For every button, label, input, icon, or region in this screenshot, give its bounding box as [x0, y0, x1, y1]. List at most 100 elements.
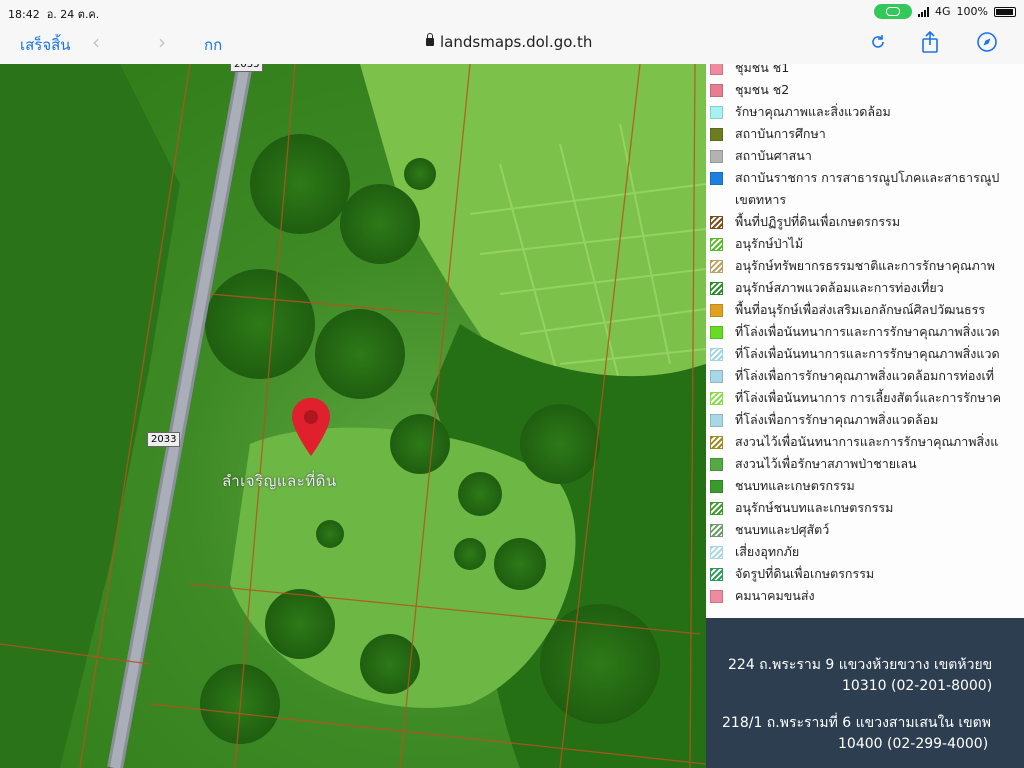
network-label: 4G [935, 5, 951, 18]
forest-left [0, 64, 180, 768]
legend-label: สถาบันการศึกษา [735, 126, 826, 141]
legend-swatch [710, 281, 723, 295]
legend-label: ชนบทและเกษตรกรรม [735, 478, 855, 493]
legend-item: เขตทหาร [706, 190, 786, 210]
battery-percent: 100% [956, 5, 988, 18]
legend-item: จัดรูปที่ดินเพื่อเกษตรกรรม [706, 564, 874, 584]
legend-swatch [710, 501, 723, 515]
legend-item: ที่โล่งเพื่อนันทนาการ การเลี้ยงสัตว์และก… [706, 388, 1001, 408]
legend-item: พื้นที่ปฏิรูปที่ดินเพื่อเกษตรกรรม [706, 212, 900, 232]
legend-swatch [710, 457, 723, 471]
map-canvas [0, 64, 706, 768]
address1-line2: 10310 (02-201-8000) [842, 678, 993, 694]
legend-item: คมนาคมขนส่ง [706, 586, 815, 606]
legend-swatch [710, 347, 723, 361]
legend-label: สงวนไว้เพื่อนันทนาการและการรักษาคุณภาพสิ… [735, 434, 999, 449]
legend-panel[interactable]: ชุมชน ช1 ชุมชน ช2 รักษาคุณภาพและสิ่งแวดล้อ… [706, 64, 1024, 618]
legend-label: ชนบทและปศุสัตว์ [735, 522, 830, 537]
legend-label: ที่โล่งเพื่อนันทนาการและการรักษาคุณภาพสิ… [735, 324, 1000, 339]
lock-icon [426, 33, 434, 46]
legend-label: คมนาคมขนส่ง [735, 588, 815, 603]
legend-item: อนุรักษ์ทรัพยากรธรรมชาติและการรักษาคุณภา… [706, 256, 995, 276]
legend-item: อนุรักษ์ชนบทและเกษตรกรรม [706, 498, 893, 518]
legend-label: ชุมชน ช2 [735, 82, 790, 97]
legend-label: จัดรูปที่ดินเพื่อเกษตรกรรม [735, 566, 875, 581]
battery-icon [994, 6, 1016, 17]
legend-label: เสี่ยงอุทกภัย [735, 544, 800, 559]
legend-swatch [710, 567, 723, 581]
legend-item: ที่โล่งเพื่อการรักษาคุณภาพสิ่งแวดล้อม [706, 410, 938, 430]
legend-swatch [710, 413, 723, 427]
legend-item: ที่โล่งเพื่อนันทนาการและการรักษาคุณภาพสิ… [706, 322, 1000, 342]
url-bar[interactable]: landsmaps.dol.go.th [426, 33, 592, 51]
legend-label: ที่โล่งเพื่อนันทนาการและการรักษาคุณภาพสิ… [735, 346, 1000, 361]
address1-line1: 224 ถ.พระราม 9 แขวงห้วยขวาง เขตห้วยข [728, 657, 993, 673]
legend-item: สงวนไว้เพื่อรักษาสภาพป่าชายเลน [706, 454, 917, 474]
reload-icon[interactable] [866, 30, 890, 54]
legend-label: อนุรักษ์ป่าไม้ [735, 236, 804, 251]
legend-swatch [710, 589, 723, 603]
legend-swatch [710, 325, 723, 339]
legend-swatch [710, 523, 723, 537]
legend-item: อนุรักษ์สภาพแวดล้อมและการท่องเที่ยว [706, 278, 944, 298]
legend-item: สถาบันศาสนา [706, 146, 812, 166]
legend-swatch [710, 215, 723, 229]
legend-swatch [710, 435, 723, 449]
legend-swatch [710, 237, 723, 251]
place-label: ลำเจริญและที่ดิน [222, 472, 337, 490]
legend-swatch [710, 105, 723, 119]
address2-line2: 10400 (02-299-4000) [838, 736, 989, 752]
legend-label: เขตทหาร [735, 192, 787, 207]
text-size-button[interactable]: กก [204, 33, 222, 57]
location-pin-icon[interactable] [290, 396, 332, 458]
legend-label: สงวนไว้เพื่อรักษาสภาพป่าชายเลน [735, 456, 917, 471]
legend-label: รักษาคุณภาพและสิ่งแวดล้อม [735, 104, 891, 119]
status-right: 4G 100% [874, 4, 1016, 19]
status-time: 18:42 อ. 24 ต.ค. [8, 8, 100, 21]
browser-toolbar: เสร็จสิ้น ‹ › กก landsmaps.dol.go.th [0, 24, 1024, 64]
legend-item: ชนบทและปศุสัตว์ [706, 520, 829, 540]
status-bar: 18:42 อ. 24 ต.ค. 4G 100% [0, 0, 1024, 24]
compass-icon[interactable] [975, 30, 999, 54]
legend-item: เสี่ยงอุทกภัย [706, 542, 799, 562]
legend-item: พื้นที่อนุรักษ์เพื่อส่งเสริมเอกลักษณ์ศิล… [706, 300, 985, 320]
legend-label: อนุรักษ์ชนบทและเกษตรกรรม [735, 500, 894, 515]
legend-item: ชนบทและเกษตรกรรม [706, 476, 855, 496]
office-info-panel: 224 ถ.พระราม 9 แขวงห้วยขวาง เขตห้วยข 103… [706, 618, 1024, 768]
legend-swatch [710, 545, 723, 559]
legend-item: ที่โล่งเพื่อการรักษาคุณภาพสิ่งแวดล้อมการ… [706, 366, 994, 386]
legend-label: สถาบันศาสนา [735, 148, 812, 163]
legend-item: สงวนไว้เพื่อนันทนาการและการรักษาคุณภาพสิ… [706, 432, 998, 452]
legend-swatch [710, 149, 723, 163]
legend-swatch [710, 303, 723, 317]
legend-swatch [710, 479, 723, 493]
address2-line1: 218/1 ถ.พระรามที่ 6 แขวงสามเสนใน เขตพ [722, 715, 991, 731]
done-button[interactable]: เสร็จสิ้น [20, 33, 71, 57]
legend-label: ชุมชน ช1 [735, 64, 790, 75]
legend-label: อนุรักษ์สภาพแวดล้อมและการท่องเที่ยว [735, 280, 944, 295]
legend-swatch [710, 64, 723, 75]
road-shield-top: 2033 [230, 64, 264, 72]
map-view[interactable]: 2033 2033 ลำเจริญและที่ดิน [0, 64, 706, 768]
legend-label: อนุรักษ์ทรัพยากรธรรมชาติและการรักษาคุณภา… [735, 258, 996, 273]
legend-item: ที่โล่งเพื่อนันทนาการและการรักษาคุณภาพสิ… [706, 344, 1000, 364]
legend-item: ชุมชน ช2 [706, 80, 789, 100]
legend-swatch [710, 127, 723, 141]
legend-label: พื้นที่อนุรักษ์เพื่อส่งเสริมเอกลักษณ์ศิล… [735, 302, 986, 317]
forward-button[interactable]: › [158, 30, 166, 54]
legend-label: พื้นที่ปฏิรูปที่ดินเพื่อเกษตรกรรม [735, 214, 901, 229]
legend-swatch [710, 369, 723, 383]
legend-item: อนุรักษ์ป่าไม้ [706, 234, 803, 254]
back-button[interactable]: ‹ [92, 30, 100, 54]
legend-label: ที่โล่งเพื่อการรักษาคุณภาพสิ่งแวดล้อม [735, 412, 939, 427]
legend-label: สถาบันราชการ การสาธารณูปโภคและสาธารณูป [735, 170, 1000, 185]
legend-item: รักษาคุณภาพและสิ่งแวดล้อม [706, 102, 891, 122]
legend-swatch [710, 391, 723, 405]
share-icon[interactable] [918, 30, 942, 54]
legend-label: ที่โล่งเพื่อนันทนาการ การเลี้ยงสัตว์และก… [735, 390, 1001, 405]
road-shield: 2033 [147, 432, 181, 447]
url-text: landsmaps.dol.go.th [440, 33, 593, 51]
call-pill-icon [874, 4, 913, 19]
signal-icon [918, 6, 930, 17]
legend-label: ที่โล่งเพื่อการรักษาคุณภาพสิ่งแวดล้อมการ… [735, 368, 995, 383]
